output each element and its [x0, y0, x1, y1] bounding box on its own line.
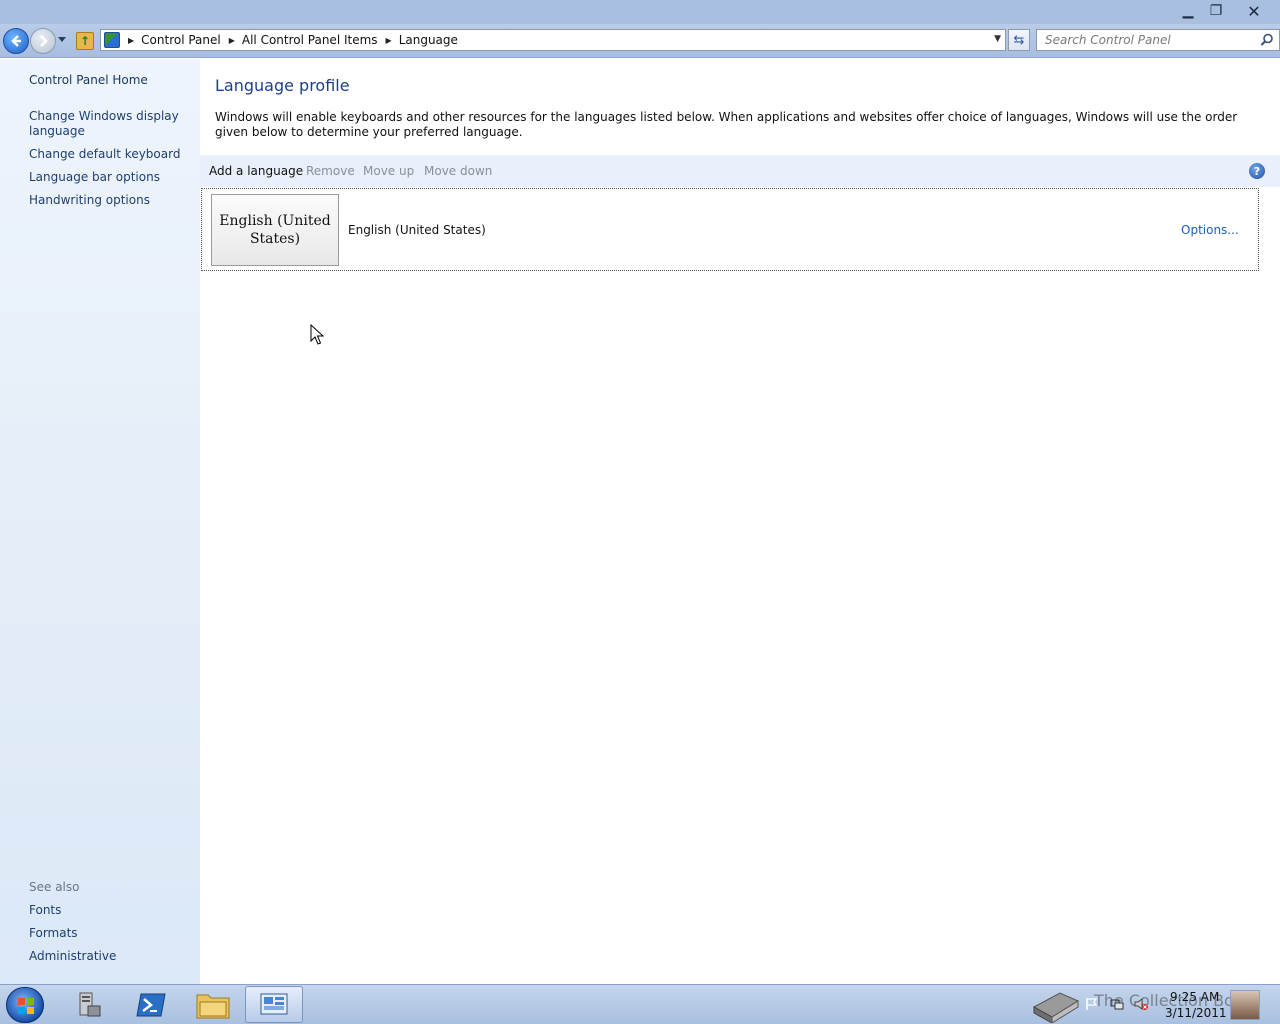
forward-arrow-icon: [40, 35, 48, 47]
navigation-bar: ↑ ▶ Control Panel ▶ All Control Panel It…: [0, 24, 1280, 58]
control-panel-icon: [260, 993, 288, 1014]
network-icon[interactable]: [1110, 997, 1124, 1011]
administrative-link[interactable]: Administrative: [29, 949, 189, 964]
server-manager-icon: [79, 992, 101, 1016]
action-center-flag-icon[interactable]: [1085, 997, 1099, 1011]
explorer-taskbar-button[interactable]: [184, 986, 242, 1023]
breadcrumb-control-panel[interactable]: Control Panel: [141, 33, 221, 47]
taskbar: The Collection Book 9:25 AM 3/11/2011: [0, 984, 1280, 1024]
breadcrumb-separator-icon[interactable]: ▶: [386, 36, 392, 45]
clock-date[interactable]: 3/11/2011: [1165, 1006, 1227, 1020]
back-button[interactable]: [3, 28, 29, 54]
volume-muted-icon[interactable]: [1134, 997, 1148, 1011]
chevron-down-icon: [58, 37, 66, 42]
up-level-button[interactable]: ↑: [76, 32, 94, 50]
breadcrumb-language[interactable]: Language: [399, 33, 458, 47]
left-navigation-pane: Control Panel Home Change Windows displa…: [0, 59, 200, 984]
see-also-heading: See also: [29, 880, 80, 894]
page-description: Windows will enable keyboards and other …: [215, 110, 1238, 139]
start-button[interactable]: [6, 987, 44, 1023]
folder-icon: [196, 994, 230, 1018]
help-icon[interactable]: ?: [1249, 163, 1265, 179]
page-title: Language profile: [215, 76, 350, 95]
search-input[interactable]: [1037, 30, 1257, 50]
windows-logo-icon: [18, 998, 34, 1014]
address-bar[interactable]: ▶ Control Panel ▶ All Control Panel Item…: [100, 29, 1006, 51]
breadcrumb-separator-icon[interactable]: ▶: [128, 36, 134, 45]
remove-button[interactable]: Remove: [306, 164, 355, 178]
powershell-icon: [136, 993, 166, 1016]
language-name: English (United States): [348, 223, 486, 237]
change-default-keyboard-link[interactable]: Change default keyboard: [29, 147, 189, 162]
search-icon[interactable]: [1260, 33, 1274, 47]
breadcrumb-all-items[interactable]: All Control Panel Items: [242, 33, 378, 47]
control-panel-taskbar-button[interactable]: [245, 986, 303, 1023]
main-content: Language profile Windows will enable key…: [200, 59, 1280, 984]
close-button[interactable]: ✕: [1238, 0, 1270, 22]
search-box[interactable]: [1036, 29, 1280, 51]
server-manager-taskbar-button[interactable]: [60, 986, 118, 1023]
mouse-cursor-icon: [310, 324, 324, 345]
change-display-language-link[interactable]: Change Windows display language: [29, 109, 189, 139]
back-arrow-icon: [11, 35, 21, 47]
book-icon: [1032, 992, 1080, 1023]
language-bar-options-link[interactable]: Language bar options: [29, 170, 189, 185]
move-down-button[interactable]: Move down: [424, 164, 492, 178]
window-title-bar: ▁ ❐ ✕: [0, 0, 1280, 24]
language-toolbar: Add a language Remove Move up Move down …: [200, 155, 1280, 187]
forward-button[interactable]: [30, 28, 56, 54]
up-arrow-icon: ↑: [79, 34, 91, 48]
control-panel-home-link[interactable]: Control Panel Home: [29, 73, 189, 88]
clock-time[interactable]: 9:25 AM: [1170, 990, 1219, 1004]
fonts-link[interactable]: Fonts: [29, 903, 189, 918]
add-language-button[interactable]: Add a language: [209, 164, 303, 178]
restore-button[interactable]: ❐: [1200, 0, 1232, 22]
language-list-item[interactable]: English (United States) English (United …: [201, 188, 1259, 271]
address-dropdown-icon[interactable]: ▼: [994, 34, 1001, 44]
handwriting-options-link[interactable]: Handwriting options: [29, 193, 189, 208]
language-options-link[interactable]: Options...: [1181, 223, 1239, 237]
formats-link[interactable]: Formats: [29, 926, 189, 941]
powershell-taskbar-button[interactable]: [122, 986, 180, 1023]
refresh-icon: ⇆: [1013, 32, 1025, 48]
language-tile: English (United States): [211, 194, 339, 266]
user-avatar: [1230, 990, 1260, 1020]
breadcrumb-separator-icon[interactable]: ▶: [229, 36, 235, 45]
control-panel-icon: [104, 32, 120, 48]
move-up-button[interactable]: Move up: [363, 164, 414, 178]
recent-pages-button[interactable]: [57, 36, 69, 48]
refresh-button[interactable]: ⇆: [1008, 29, 1030, 51]
